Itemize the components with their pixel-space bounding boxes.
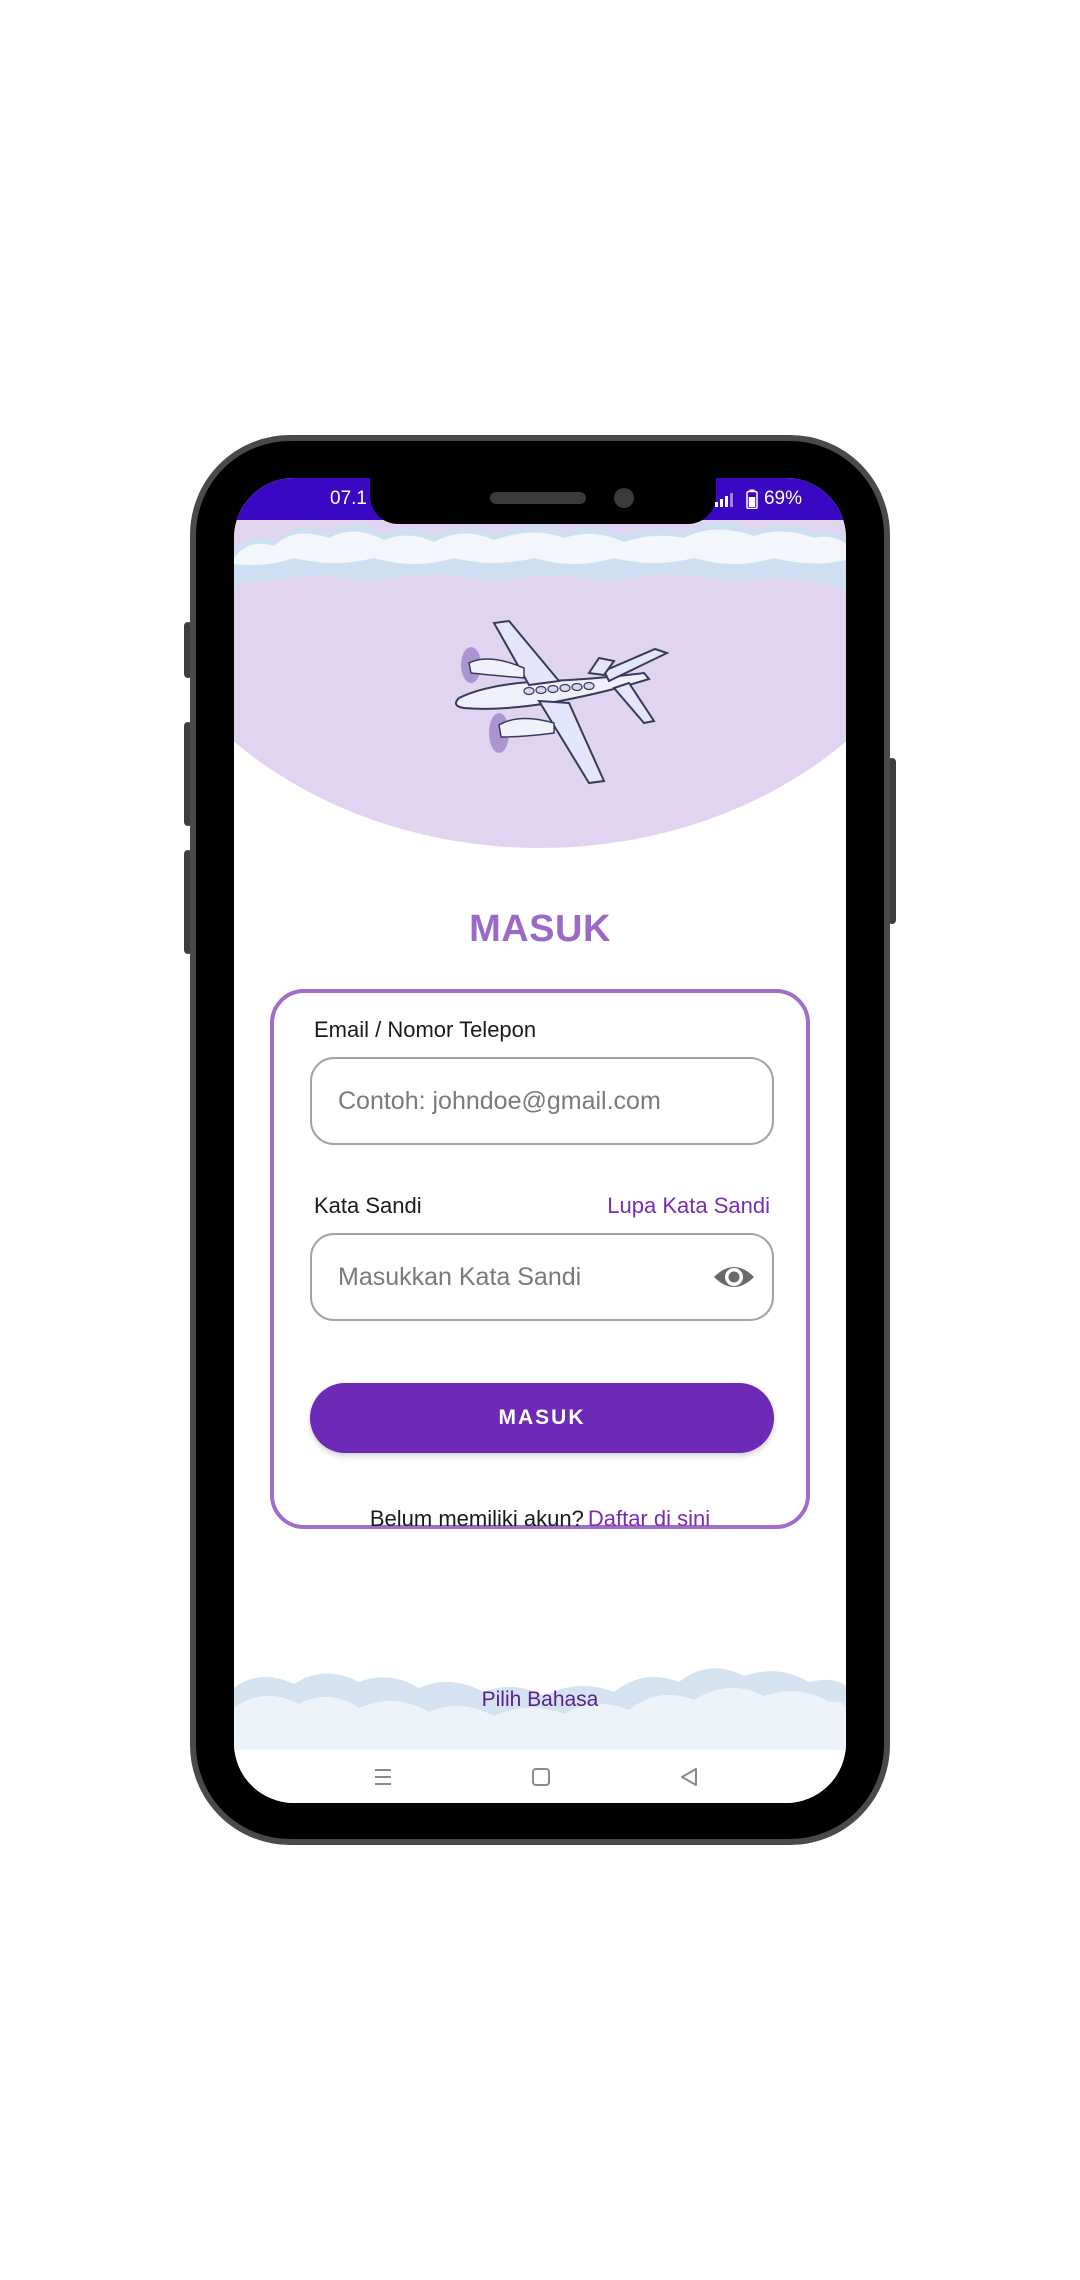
phone-speaker — [490, 492, 586, 504]
register-prompt: Belum memiliki akun? — [369, 1506, 584, 1531]
battery-percent: 69% — [763, 488, 802, 509]
home-icon[interactable] — [526, 1762, 556, 1792]
language-link[interactable]: Pilih Bahasa — [234, 1688, 846, 1712]
password-placeholder: Masukkan Kata Sandi — [338, 1262, 582, 1291]
register-row: Belum memiliki akun? Daftar di sini — [274, 1506, 806, 1532]
app-screen: 07.1 69% MASUK Email / Nomor Telepon Con… — [234, 478, 846, 1803]
login-card: Email / Nomor Telepon Contoh: johndoe@gm… — [270, 989, 810, 1532]
password-label: Kata Sandi — [314, 1193, 422, 1218]
eye-icon[interactable] — [712, 1257, 756, 1297]
status-time: 07.1 — [330, 488, 367, 509]
email-placeholder: Contoh: johndoe@gmail.com — [338, 1086, 661, 1115]
clouds-top — [234, 522, 846, 590]
menu-icon[interactable] — [368, 1762, 398, 1792]
status-indicators: 69% — [714, 488, 802, 510]
system-nav-bar — [234, 1750, 846, 1803]
register-link[interactable]: Daftar di sini — [588, 1506, 710, 1531]
signal-icon — [714, 493, 733, 507]
page-title: MASUK — [469, 908, 611, 950]
email-label: Email / Nomor Telepon — [314, 1017, 537, 1042]
login-button[interactable]: MASUK — [310, 1383, 774, 1453]
back-icon[interactable] — [674, 1762, 704, 1792]
battery-icon — [746, 489, 758, 509]
forgot-password-link[interactable]: Lupa Kata Sandi — [607, 1193, 770, 1219]
password-field[interactable]: Masukkan Kata Sandi — [310, 1233, 774, 1321]
email-field[interactable]: Contoh: johndoe@gmail.com — [310, 1057, 774, 1145]
front-camera — [614, 488, 634, 508]
airplane-icon — [454, 619, 669, 785]
